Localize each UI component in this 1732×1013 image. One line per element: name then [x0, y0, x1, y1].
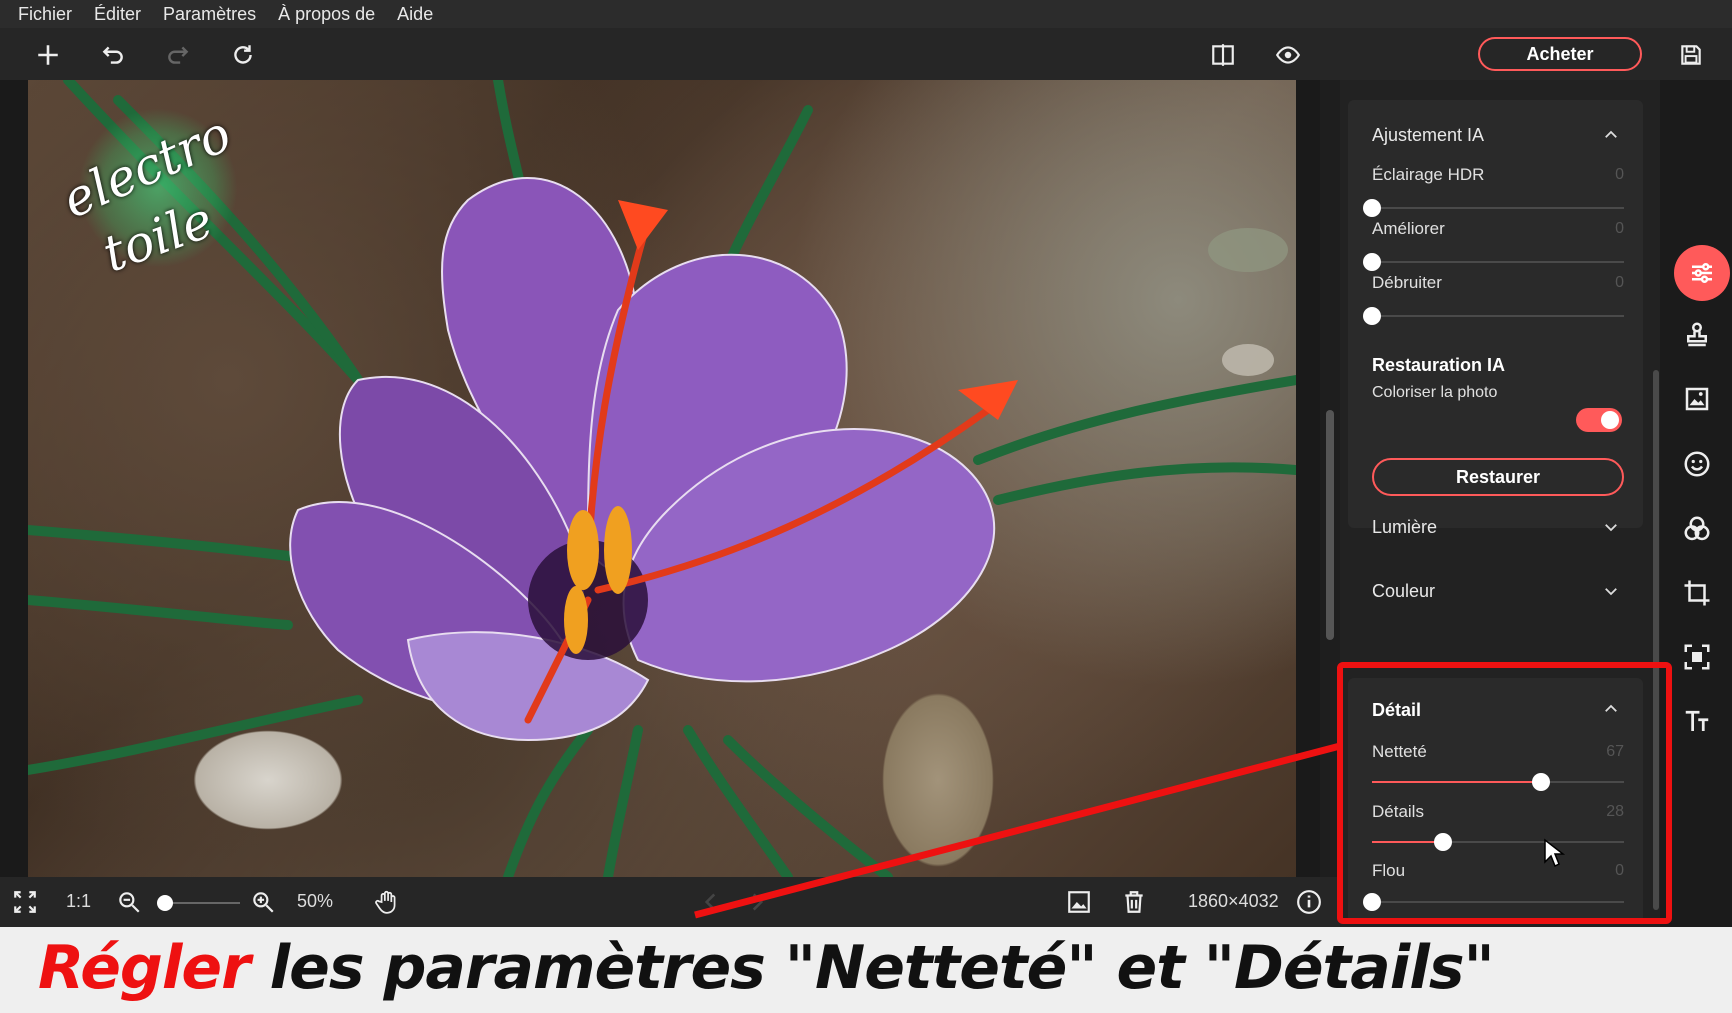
chevron-down-icon[interactable]: [1602, 582, 1620, 600]
menu-bar: Fichier Éditer Paramètres À propos de Ai…: [0, 0, 1732, 28]
debruiter-value: 0: [1615, 274, 1624, 291]
zoom-out-icon[interactable]: [116, 889, 142, 915]
ameliorer-value: 0: [1615, 220, 1624, 237]
ameliorer-label: Améliorer: [1372, 219, 1445, 238]
chevron-down-icon[interactable]: [1602, 518, 1620, 536]
debruiter-slider-thumb[interactable]: [1363, 307, 1381, 325]
colorize-label: Coloriser la photo: [1372, 384, 1498, 401]
photo-crocus: electro toile: [28, 80, 1296, 877]
menu-fichier[interactable]: Fichier: [18, 4, 72, 25]
couleur-section[interactable]: Couleur: [1372, 581, 1435, 602]
image-dimensions: 1860×4032: [1188, 891, 1279, 911]
reset-icon[interactable]: [228, 40, 258, 70]
text-icon[interactable]: [1680, 704, 1714, 738]
face-icon[interactable]: [1680, 447, 1714, 481]
ai-adjust-title[interactable]: Ajustement IA: [1372, 125, 1484, 146]
mouse-cursor-icon: [1544, 838, 1565, 868]
canvas-scrollbar[interactable]: [1326, 410, 1334, 640]
zoom-in-icon[interactable]: [250, 889, 276, 915]
redo-icon[interactable]: [163, 40, 193, 70]
lumiere-section[interactable]: Lumière: [1372, 517, 1437, 538]
colorize-toggle[interactable]: [1576, 408, 1622, 432]
debruiter-label: Débruiter: [1372, 273, 1442, 292]
adjust-sliders-icon[interactable]: [1674, 245, 1730, 301]
chevron-up-icon[interactable]: [1602, 126, 1620, 144]
ameliorer-slider[interactable]: [1363, 253, 1624, 271]
image-canvas[interactable]: electro toile: [0, 80, 1334, 877]
hdr-label: Éclairage HDR: [1372, 165, 1485, 184]
hdr-value: 0: [1615, 166, 1624, 183]
stamp-icon[interactable]: [1680, 318, 1714, 352]
add-icon[interactable]: [33, 40, 63, 70]
save-icon[interactable]: [1676, 40, 1706, 70]
hdr-slider-thumb[interactable]: [1363, 199, 1381, 217]
restore-button[interactable]: Restaurer: [1372, 458, 1624, 496]
buy-button[interactable]: Acheter: [1478, 37, 1642, 71]
caption-bar: Régler les paramètres "Netteté" et "Déta…: [0, 927, 1732, 1013]
fit-screen-icon[interactable]: [12, 889, 38, 915]
pan-hand-icon[interactable]: [374, 889, 400, 915]
color-circles-icon[interactable]: [1680, 512, 1714, 546]
compare-split-icon[interactable]: [1208, 40, 1238, 70]
bottom-bar: 1:1 50% 1860×4032: [0, 877, 1340, 927]
next-image-icon[interactable]: [744, 889, 770, 915]
ai-restore-title: Restauration IA: [1372, 355, 1506, 375]
ameliorer-slider-thumb[interactable]: [1363, 253, 1381, 271]
trash-icon[interactable]: [1121, 889, 1147, 915]
crop-icon[interactable]: [1680, 576, 1714, 610]
menu-parametres[interactable]: Paramètres: [163, 4, 256, 25]
undo-icon[interactable]: [98, 40, 128, 70]
watermark-logo: electro toile: [53, 104, 240, 284]
debruiter-slider[interactable]: [1363, 307, 1624, 325]
caption-rest: les paramètres "Netteté" et "Détails": [249, 933, 1495, 1003]
preview-eye-icon[interactable]: [1273, 40, 1303, 70]
actual-size-button[interactable]: 1:1: [66, 891, 91, 912]
hdr-slider[interactable]: [1363, 199, 1624, 217]
select-area-icon[interactable]: [1680, 640, 1714, 674]
toolbar: Acheter: [0, 28, 1732, 80]
image-thumbnail-icon[interactable]: [1066, 889, 1092, 915]
menu-a-propos[interactable]: À propos de: [278, 4, 375, 25]
menu-aide[interactable]: Aide: [397, 4, 433, 25]
zoom-level: 50%: [297, 891, 334, 911]
previous-image-icon[interactable]: [698, 889, 724, 915]
caption-highlight: Régler: [38, 933, 251, 1003]
zoom-slider-thumb[interactable]: [157, 895, 173, 911]
menu-editer[interactable]: Éditer: [94, 4, 141, 25]
image-frame-icon[interactable]: [1680, 382, 1714, 416]
caption-text: Régler les paramètres "Netteté" et "Déta…: [38, 933, 1495, 1003]
info-icon[interactable]: [1296, 889, 1322, 915]
highlight-box: [1337, 662, 1672, 924]
